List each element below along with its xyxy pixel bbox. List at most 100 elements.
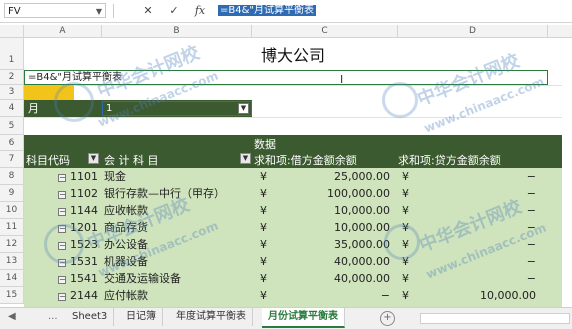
account-name: 交通及运输设备: [104, 272, 181, 285]
debit-currency: ¥: [260, 204, 267, 217]
credit-currency: ¥: [402, 204, 409, 217]
debit-currency: ¥: [260, 238, 267, 251]
debit-currency: ¥: [260, 289, 267, 302]
debit-amount: 25,000.00: [334, 170, 390, 183]
highlight-cell[interactable]: [24, 85, 74, 100]
cancel-icon[interactable]: ✕: [140, 3, 156, 18]
account-code: 1541: [70, 272, 98, 285]
debit-amount: 10,000.00: [334, 221, 390, 234]
worksheet-grid[interactable]: 博大公司 =B4&"月试算平衡表 I 月 1 ▼ 数据 科目代码 ▼ 会 计 科…: [24, 38, 562, 307]
credit-amount: −: [526, 255, 536, 268]
table-row[interactable]: − 1102 银行存款—中行（甲存） ¥ 100,000.00 ¥ −: [24, 185, 562, 202]
column-header-d[interactable]: D: [398, 25, 548, 38]
name-box[interactable]: FV ▼: [4, 3, 106, 18]
credit-amount: −: [526, 204, 536, 217]
credit-currency: ¥: [402, 221, 409, 234]
tab-sheet3[interactable]: Sheet3: [66, 308, 115, 326]
month-label: 月: [28, 102, 39, 115]
row-header-14[interactable]: 14: [0, 270, 24, 287]
table-row[interactable]: − 1531 机器设备 ¥ 40,000.00 ¥ −: [24, 253, 562, 270]
table-row[interactable]: − 1144 应收帐款 ¥ 10,000.00 ¥ −: [24, 202, 562, 219]
credit-currency: ¥: [402, 255, 409, 268]
row-header-3[interactable]: 3: [0, 85, 24, 100]
row-header-10[interactable]: 10: [0, 202, 24, 219]
account-name: 商品存货: [104, 221, 148, 234]
row-header-13[interactable]: 13: [0, 253, 24, 270]
expand-toggle-icon: −: [58, 275, 66, 284]
gridline: [24, 117, 562, 118]
row-header-6[interactable]: 6: [0, 135, 24, 151]
account-name: 应收帐款: [104, 204, 148, 217]
row2-edit-cell[interactable]: =B4&"月试算平衡表 I: [24, 70, 548, 86]
row-header-15[interactable]: 15: [0, 287, 24, 304]
row-header-8[interactable]: 8: [0, 168, 24, 185]
more-sheets-button[interactable]: ...: [48, 311, 58, 322]
row-header-2[interactable]: 2: [0, 70, 24, 85]
row-header-1[interactable]: 1: [0, 38, 24, 70]
credit-currency: ¥: [402, 238, 409, 251]
header-debit: 求和项:借方金额余额: [254, 154, 357, 167]
account-code: 1531: [70, 255, 98, 268]
debit-amount: 100,000.00: [327, 187, 390, 200]
account-code: 1201: [70, 221, 98, 234]
header-account-code: 科目代码: [26, 154, 70, 167]
debit-amount: −: [380, 289, 390, 302]
account-name: 办公设备: [104, 238, 148, 251]
credit-amount: −: [526, 272, 536, 285]
column-header-c[interactable]: C: [252, 25, 398, 38]
row-header-9[interactable]: 9: [0, 185, 24, 202]
horizontal-scrollbar[interactable]: [420, 313, 570, 324]
debit-amount: 40,000.00: [334, 272, 390, 285]
credit-currency: ¥: [402, 170, 409, 183]
debit-currency: ¥: [260, 272, 267, 285]
scroll-left-icon[interactable]: ◀: [8, 311, 16, 322]
debit-amount: 35,000.00: [334, 238, 390, 251]
month-value: 1: [106, 103, 113, 114]
table-row[interactable]: − 1541 交通及运输设备 ¥ 40,000.00 ¥ −: [24, 270, 562, 287]
expand-toggle-icon: −: [58, 258, 66, 267]
credit-amount: −: [526, 170, 536, 183]
chevron-down-icon[interactable]: ▼: [96, 4, 102, 19]
tab-annual-trial-balance[interactable]: 年度试算平衡表: [170, 308, 253, 326]
table-row[interactable]: − 1101 现金 ¥ 25,000.00 ¥ −: [24, 168, 562, 185]
account-name: 现金: [104, 170, 126, 183]
account-code: 1101: [70, 170, 98, 183]
row-header-4[interactable]: 4: [0, 100, 24, 117]
debit-currency: ¥: [260, 187, 267, 200]
header-data: 数据: [254, 138, 276, 151]
sheet-title: 博大公司: [260, 46, 325, 65]
sheet-tab-bar: ◀ ... Sheet3 日记簿 年度试算平衡表 月份试算平衡表 +: [0, 307, 572, 329]
select-all-corner[interactable]: [0, 25, 24, 38]
month-filter-cell[interactable]: 1 ▼: [102, 101, 252, 116]
row-header-5[interactable]: 5: [0, 117, 24, 135]
debit-currency: ¥: [260, 255, 267, 268]
column-header-a[interactable]: A: [24, 25, 102, 38]
row-header-12[interactable]: 12: [0, 236, 24, 253]
debit-amount: 40,000.00: [334, 255, 390, 268]
pivot-header: 数据 科目代码 ▼ 会 计 科 目 ▼ 求和项:借方金额余额 求和项:贷方金额余…: [24, 135, 562, 168]
tab-monthly-trial-balance[interactable]: 月份试算平衡表: [262, 308, 345, 328]
account-name: 银行存款—中行（甲存）: [104, 187, 225, 200]
table-row[interactable]: − 1523 办公设备 ¥ 35,000.00 ¥ −: [24, 236, 562, 253]
name-box-value: FV: [8, 6, 21, 17]
row2-formula: =B4&"月试算平衡表: [28, 72, 122, 83]
column-header-b[interactable]: B: [102, 25, 252, 38]
table-row[interactable]: − 2144 应付帐款 ¥ − ¥ 10,000.00: [24, 287, 562, 304]
credit-amount: −: [526, 238, 536, 251]
account-name: 机器设备: [104, 255, 148, 268]
filter-dropdown-icon[interactable]: ▼: [88, 153, 99, 164]
formula-bar-separator: [113, 4, 114, 18]
row-header-7[interactable]: 7: [0, 151, 24, 168]
add-sheet-icon[interactable]: +: [380, 311, 395, 326]
expand-toggle-icon: −: [58, 207, 66, 216]
row-header-11[interactable]: 11: [0, 219, 24, 236]
expand-toggle-icon: −: [58, 190, 66, 199]
filter-dropdown-icon[interactable]: ▼: [240, 153, 251, 164]
enter-icon[interactable]: ✓: [166, 3, 182, 18]
tab-journal[interactable]: 日记簿: [120, 308, 163, 326]
gridline: [24, 85, 562, 86]
filter-dropdown-icon[interactable]: ▼: [238, 103, 249, 114]
formula-input[interactable]: =B4&"月试算平衡表: [218, 3, 568, 18]
table-row[interactable]: − 1201 商品存货 ¥ 10,000.00 ¥ −: [24, 219, 562, 236]
insert-function-icon[interactable]: fx: [192, 3, 208, 18]
